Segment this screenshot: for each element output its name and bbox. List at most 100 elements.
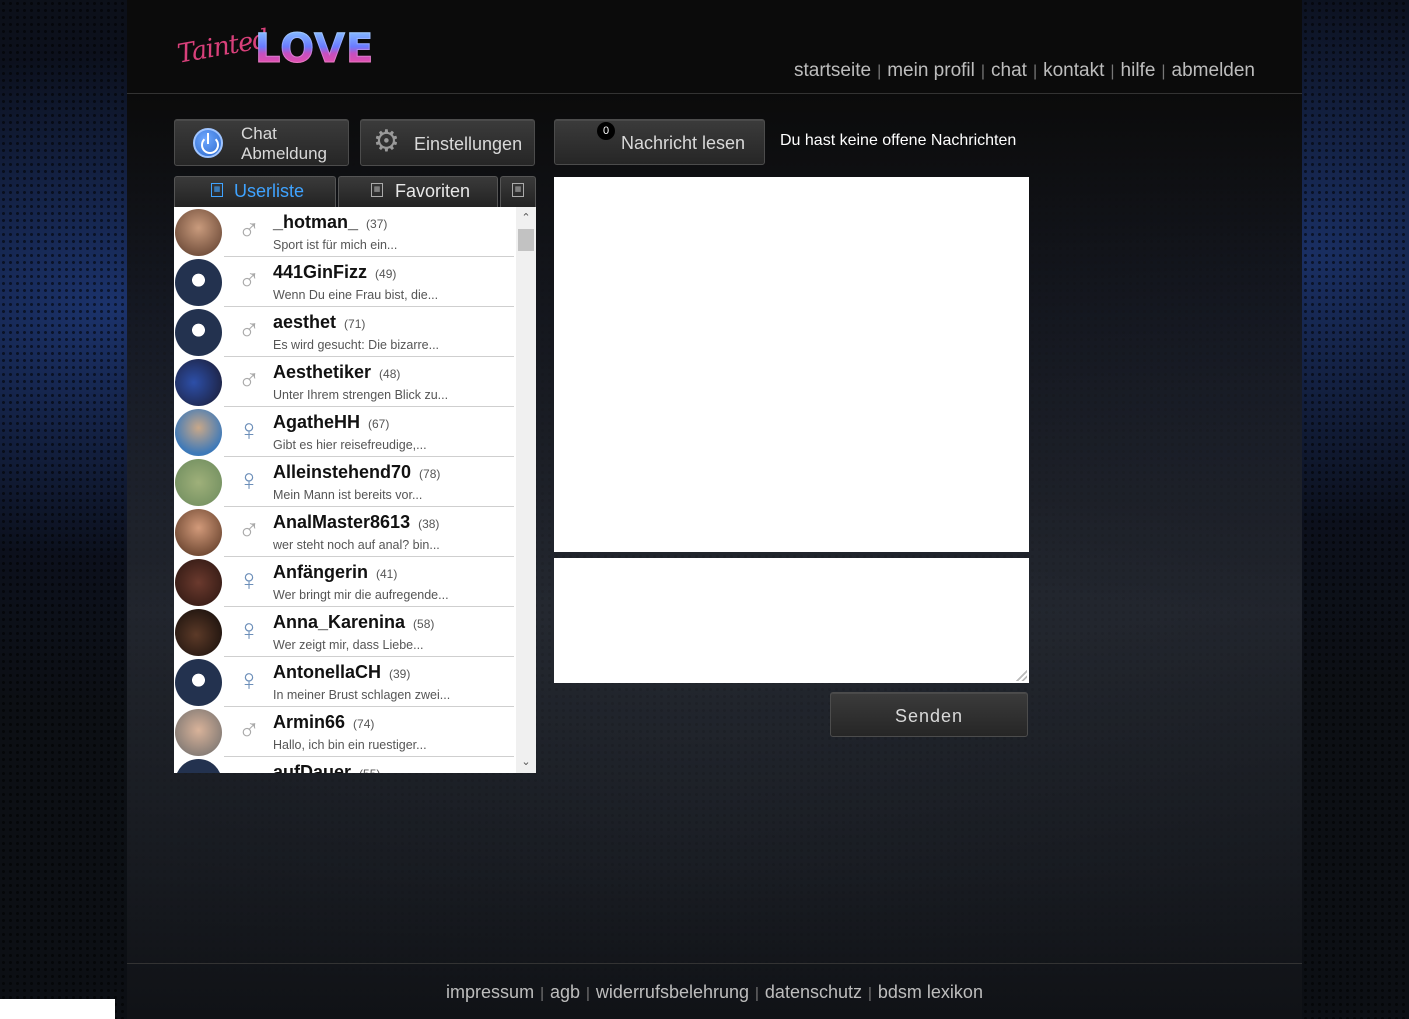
user-name[interactable]: 441GinFizz (49) [273, 262, 396, 283]
nav-hilfe[interactable]: hilfe [1121, 60, 1156, 81]
avatar[interactable] [175, 409, 222, 456]
user-age: (71) [344, 317, 366, 331]
user-age: (58) [413, 617, 435, 631]
scroll-up-icon[interactable]: ⌃ [516, 209, 536, 227]
user-description: Unter Ihrem strengen Blick zu... [273, 388, 449, 402]
user-list-item[interactable]: ♀ Anfängerin (41) Wer bringt mir die aufreg… [174, 557, 514, 607]
user-name[interactable]: AnalMaster8613 (38) [273, 512, 439, 533]
user-description: Gibt es hier reisefreudige,... [273, 438, 427, 452]
footer-agb[interactable]: agb [550, 982, 580, 1002]
user-name[interactable]: Aesthetiker (48) [273, 362, 400, 383]
avatar[interactable] [175, 759, 222, 773]
user-name[interactable]: Anfängerin (41) [273, 562, 397, 583]
page-container: Tainted LOVE startseite | mein profil | chat… [127, 0, 1302, 1019]
user-name-text: AnalMaster8613 [273, 512, 411, 532]
footer-divider [127, 963, 1302, 964]
avatar[interactable] [175, 609, 222, 656]
chat-logout-label: Chat Abmeldung [241, 124, 328, 163]
footer-widerrufsbelehrung[interactable]: widerrufsbelehrung [596, 982, 749, 1002]
user-name[interactable]: Anna_Karenina (58) [273, 612, 434, 633]
message-status: Du hast keine offene Nachrichten [780, 132, 1017, 149]
avatar[interactable] [175, 309, 222, 356]
user-list-item[interactable]: ♂ aesthet (71) Es wird gesucht: Die bizarre… [174, 307, 514, 357]
tab-userliste[interactable]: ▦ Userliste [174, 176, 336, 207]
footer-datenschutz[interactable]: datenschutz [765, 982, 862, 1002]
user-list-item[interactable]: ♂ _hotman_ (37) Sport ist für mich ein... [174, 207, 514, 257]
scroll-down-icon[interactable]: ⌄ [516, 753, 536, 771]
nav-mein-profil[interactable]: mein profil [887, 60, 975, 81]
userlist-icon: ▦ [211, 183, 223, 197]
user-name-text: AgatheHH [273, 412, 361, 432]
tab-favoriten[interactable]: ▦ Favoriten [338, 176, 498, 207]
male-icon: ♂ [237, 264, 261, 297]
tab-extra[interactable]: ▦ [500, 176, 536, 207]
user-list-item[interactable]: ♂ 441GinFizz (49) Wenn Du eine Frau bist, d… [174, 257, 514, 307]
logo[interactable]: Tainted LOVE [175, 24, 374, 76]
user-name[interactable]: AgatheHH (67) [273, 412, 389, 433]
user-list-item[interactable]: ♂ AnalMaster8613 (38) wer steht noch auf an… [174, 507, 514, 557]
avatar[interactable] [175, 559, 222, 606]
male-icon: ♂ [237, 514, 261, 547]
scroll-thumb[interactable] [518, 229, 534, 251]
avatar[interactable] [175, 209, 222, 256]
user-list-item[interactable]: ♀ AntonellaCH (39) In meiner Brust schlagen… [174, 657, 514, 707]
nav-kontakt[interactable]: kontakt [1043, 60, 1104, 81]
footer-impressum[interactable]: impressum [446, 982, 534, 1002]
chat-output [554, 177, 1029, 552]
user-age: (55) [359, 767, 380, 773]
user-list-item[interactable]: ♂ Aesthetiker (48) Unter Ihrem strengen Bli… [174, 357, 514, 407]
user-name-text: Aesthetiker [273, 362, 372, 382]
nav-chat[interactable]: chat [991, 60, 1027, 81]
user-list-item[interactable]: ♀ Anna_Karenina (58) Wer zeigt mir, dass Li… [174, 607, 514, 657]
footer-separator: | [755, 985, 759, 1002]
user-name[interactable]: aufDauer (55) [273, 762, 380, 773]
nav-startseite[interactable]: startseite [794, 60, 871, 81]
send-button[interactable]: Senden [830, 692, 1028, 737]
list-icon: ▦ [512, 183, 524, 197]
gear-icon: ⚙ [373, 125, 400, 158]
user-list-item[interactable]: ♂ Armin66 (74) Hallo, ich bin ein ruestiger… [174, 707, 514, 757]
user-name[interactable]: Alleinstehend70 (78) [273, 462, 440, 483]
send-label: Senden [894, 706, 964, 726]
user-name[interactable]: _hotman_ (37) [273, 212, 387, 233]
male-icon: ♂ [237, 214, 261, 247]
user-description: wer steht noch auf anal? bin... [273, 538, 440, 552]
resize-grip-icon[interactable] [1016, 670, 1027, 681]
user-age: (41) [376, 567, 398, 581]
nav-abmelden[interactable]: abmelden [1172, 60, 1255, 81]
user-list-scrollbar[interactable]: ⌃ ⌄ [516, 207, 536, 773]
chat-logout-button[interactable]: Chat Abmeldung [174, 119, 349, 166]
footer-bdsm-lexikon[interactable]: bdsm lexikon [878, 982, 983, 1002]
avatar[interactable] [175, 709, 222, 756]
avatar[interactable] [175, 459, 222, 506]
nav-separator: | [1032, 63, 1038, 80]
read-message-button[interactable]: 0 Nachricht lesen [554, 119, 765, 165]
avatar[interactable] [175, 359, 222, 406]
settings-label: Einstellungen [414, 134, 523, 154]
userlist-tabs: ▦ Userliste ▦ Favoriten ▦ [174, 176, 536, 207]
avatar[interactable] [175, 509, 222, 556]
male-icon: ♂ [234, 763, 264, 773]
user-age: (38) [418, 517, 440, 531]
avatar[interactable] [175, 259, 222, 306]
chat-input[interactable] [554, 558, 1029, 683]
footer-separator: | [540, 985, 544, 1002]
avatar[interactable] [175, 659, 222, 706]
logo-main: LOVE [254, 26, 375, 73]
female-icon: ♀ [237, 614, 261, 647]
user-list-item[interactable]: ♀ Alleinstehend70 (78) Mein Mann ist bereit… [174, 457, 514, 507]
user-name-text: Anfängerin [273, 562, 369, 582]
user-age: (78) [419, 467, 441, 481]
nav-separator: | [1161, 63, 1166, 80]
user-name[interactable]: aesthet (71) [273, 312, 365, 333]
settings-button[interactable]: ⚙ Einstellungen [360, 119, 535, 166]
user-list-item[interactable]: ♂ aufDauer (55) [174, 757, 514, 773]
user-name-text: aufDauer [273, 762, 352, 773]
female-icon: ♀ [237, 414, 261, 447]
user-age: (67) [368, 417, 390, 431]
user-list-item[interactable]: ♀ AgatheHH (67) Gibt es hier reisefreudige,… [174, 407, 514, 457]
user-list: ♂ _hotman_ (37) Sport ist für mich ein... ♂ 4… [174, 207, 536, 773]
male-icon: ♂ [237, 714, 261, 747]
user-name[interactable]: Armin66 (74) [273, 712, 374, 733]
user-name[interactable]: AntonellaCH (39) [273, 662, 410, 683]
